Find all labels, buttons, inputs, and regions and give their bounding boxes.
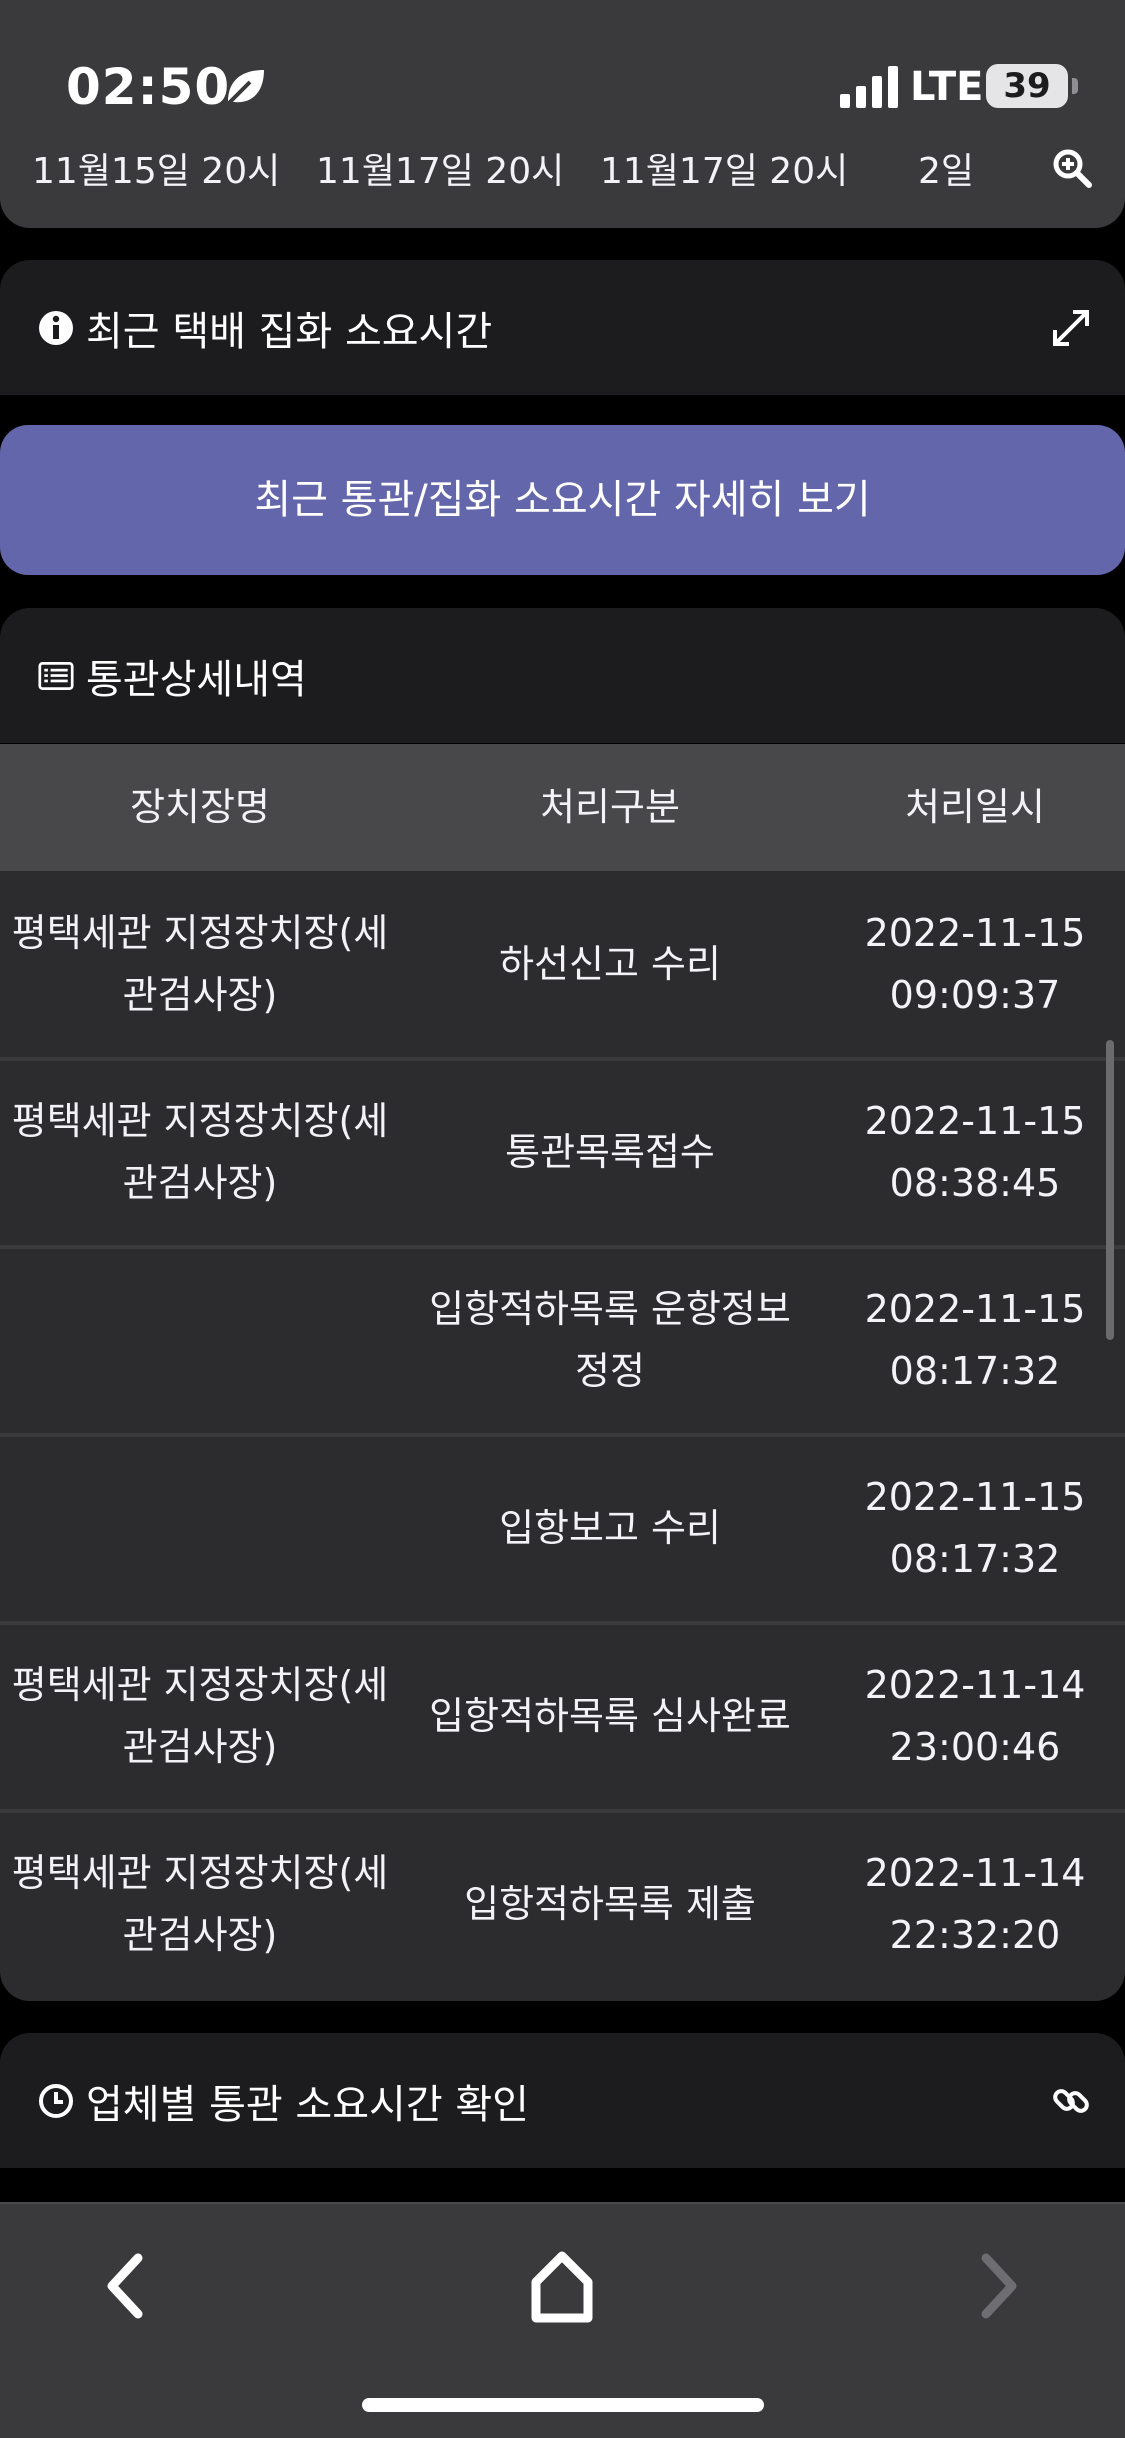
expand-icon[interactable] [1051, 308, 1091, 348]
back-arrow-icon[interactable] [76, 2236, 176, 2336]
recent-parcel-header: 최근 택배 집화 소요시간 [0, 260, 1125, 395]
summary-cell: 11월17일 20시 [316, 151, 565, 192]
place-cell: 평택세관 지정장치장(세 관검사장) [11, 1099, 389, 1205]
zoom-in-icon[interactable] [1052, 148, 1092, 188]
table-row: 평택세관 지정장치장(세 관검사장) 하선신고 수리 2022-11-15 09:0… [0, 871, 1125, 1061]
status-time: 02:50 [66, 58, 231, 116]
signal-icon [840, 66, 898, 108]
datetime-cell: 2022-11-15 08:38:45 [864, 1099, 1086, 1205]
list-icon [38, 661, 74, 690]
type-cell: 입항보고 수리 [499, 1506, 721, 1550]
type-cell: 통관목록접수 [505, 1130, 715, 1174]
status-bar: 02:50 LTE 39 [0, 0, 1125, 150]
link-icon[interactable] [1051, 2081, 1091, 2121]
summary-cell: 11월15일 20시 [32, 151, 281, 192]
leaf-icon [224, 70, 264, 108]
table-row: 평택세관 지정장치장(세 관검사장) 입항적하목록 심사완료 2022-11-14… [0, 1623, 1125, 1813]
delivery-summary-card: 11월15일 20시 11월17일 20시 11월17일 20시 2일 [0, 130, 1125, 228]
column-header-place: 장치장명 [130, 785, 270, 829]
home-icon[interactable] [512, 2236, 612, 2336]
place-cell: 평택세관 지정장치장(세 관검사장) [11, 911, 389, 1017]
table-row: 입항적하목록 운항정보 정정 2022-11-15 08:17:32 [0, 1247, 1125, 1437]
clock-icon [39, 2083, 73, 2118]
place-cell [0, 1435, 400, 1621]
network-label: LTE [910, 64, 984, 110]
recent-parcel-title: 최근 택배 집화 소요시간 [86, 308, 493, 355]
battery-indicator: 39 [986, 64, 1078, 108]
forward-arrow-icon[interactable] [948, 2236, 1048, 2336]
type-cell: 하선신고 수리 [499, 942, 721, 986]
table-row: 평택세관 지정장치장(세 관검사장) 입항적하목록 제출 2022-11-14 22… [0, 1811, 1125, 1997]
column-header-type: 처리구분 [540, 785, 680, 829]
customs-table-header: 장치장명 처리구분 처리일시 [0, 744, 1125, 871]
datetime-cell: 2022-11-14 23:00:46 [864, 1663, 1086, 1769]
type-cell: 입항적하목록 심사완료 [429, 1694, 791, 1738]
type-cell: 입항적하목록 제출 [464, 1882, 756, 1926]
column-header-datetime: 처리일시 [905, 785, 1045, 829]
detail-time-button-label: 최근 통관/집화 소요시간 자세히 보기 [254, 477, 871, 523]
summary-cell: 2일 [918, 151, 975, 192]
table-row: 입항보고 수리 2022-11-15 08:17:32 [0, 1435, 1125, 1625]
detail-time-button[interactable]: 최근 통관/집화 소요시간 자세히 보기 [0, 425, 1125, 575]
customs-detail-header: 통관상세내역 [0, 608, 1125, 743]
datetime-cell: 2022-11-15 08:17:32 [864, 1287, 1086, 1393]
customs-detail-title: 통관상세내역 [86, 656, 307, 703]
home-indicator[interactable] [362, 2398, 764, 2412]
place-cell: 평택세관 지정장치장(세 관검사장) [11, 1663, 389, 1769]
datetime-cell: 2022-11-14 22:32:20 [864, 1851, 1086, 1957]
place-cell: 평택세관 지정장치장(세 관검사장) [11, 1851, 389, 1957]
place-cell [0, 1247, 400, 1433]
scrollbar-thumb[interactable] [1106, 1040, 1114, 1340]
datetime-cell: 2022-11-15 09:09:37 [864, 911, 1086, 1017]
table-row: 평택세관 지정장치장(세 관검사장) 통관목록접수 2022-11-15 08:38… [0, 1059, 1125, 1249]
company-time-header: 업체별 통관 소요시간 확인 [0, 2033, 1125, 2168]
datetime-cell: 2022-11-15 08:17:32 [864, 1475, 1086, 1581]
customs-table-body[interactable]: 평택세관 지정장치장(세 관검사장) 하선신고 수리 2022-11-15 09:0… [0, 871, 1125, 2001]
info-icon [39, 310, 73, 345]
type-cell: 입항적하목록 운항정보 정정 [429, 1287, 791, 1393]
summary-cell: 11월17일 20시 [600, 151, 849, 192]
company-time-title: 업체별 통관 소요시간 확인 [86, 2081, 529, 2128]
